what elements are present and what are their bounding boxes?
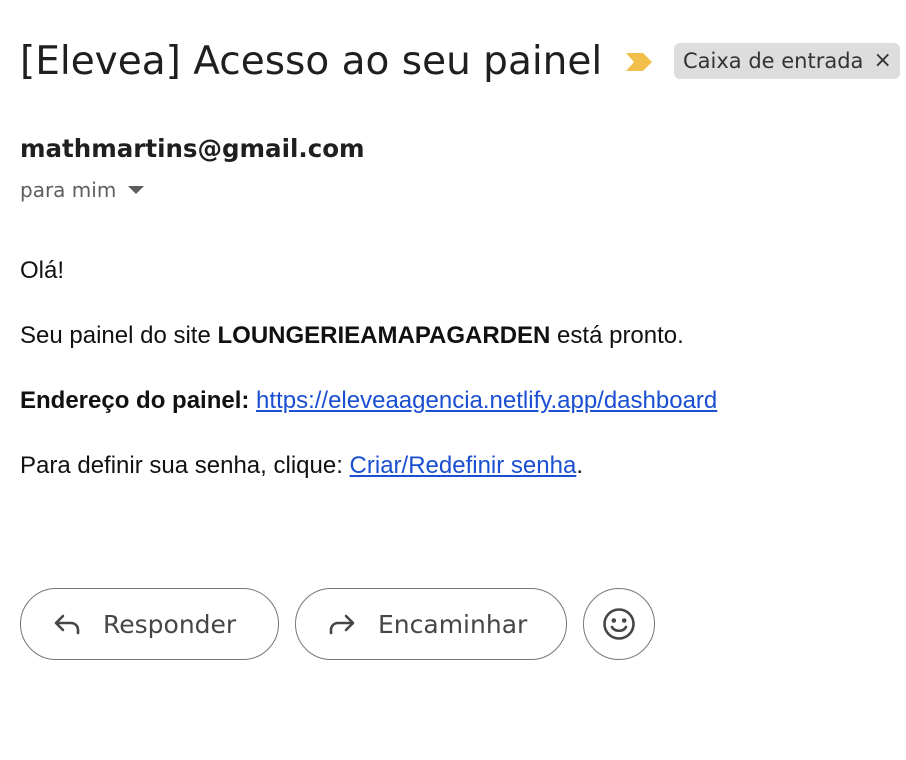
site-name: LOUNGERIEAMAPAGARDEN (217, 322, 551, 349)
password-line-suffix: . (576, 452, 583, 479)
address-label: Endereço do painel: (20, 387, 250, 414)
chevron-down-icon[interactable] (128, 186, 145, 194)
reply-icon (54, 614, 80, 635)
email-address-line: Endereço do painel: https://eleveaagenci… (20, 386, 717, 416)
recipient-details[interactable]: para mim (20, 176, 145, 204)
email-panel-line: Seu painel do site LOUNGERIEAMAPAGARDEN … (20, 321, 684, 351)
email-subject: [Elevea] Acesso ao seu painel (20, 39, 603, 84)
inbox-label-chip: Caixa de entrada × (674, 43, 900, 79)
emoji-reaction-button[interactable] (583, 588, 655, 660)
forward-button[interactable]: Encaminhar (295, 588, 567, 660)
sender-address: mathmartins@gmail.com (20, 134, 365, 163)
panel-line-suffix: está pronto. (550, 322, 684, 349)
password-line-prefix: Para definir sua senha, clique: (20, 452, 350, 479)
inbox-label-text: Caixa de entrada (683, 49, 864, 73)
emoji-reaction-icon (603, 608, 635, 640)
email-password-line: Para definir sua senha, clique: Criar/Re… (20, 451, 583, 481)
forward-button-label: Encaminhar (378, 609, 528, 639)
panel-line-prefix: Seu painel do site (20, 322, 218, 349)
forward-icon (329, 614, 355, 635)
reply-button[interactable]: Responder (20, 588, 279, 660)
email-greeting: Olá! (20, 257, 65, 284)
recipient-text: para mim (20, 178, 117, 202)
reply-button-label: Responder (103, 609, 237, 639)
remove-label-icon[interactable]: × (873, 50, 891, 72)
importance-marker-icon[interactable] (625, 52, 653, 72)
dashboard-link[interactable]: https://eleveaagencia.netlify.app/dashbo… (256, 387, 717, 414)
subject-row: [Elevea] Acesso ao seu painel Caixa de e… (20, 34, 900, 90)
reset-password-link[interactable]: Criar/Redefinir senha (350, 452, 577, 479)
